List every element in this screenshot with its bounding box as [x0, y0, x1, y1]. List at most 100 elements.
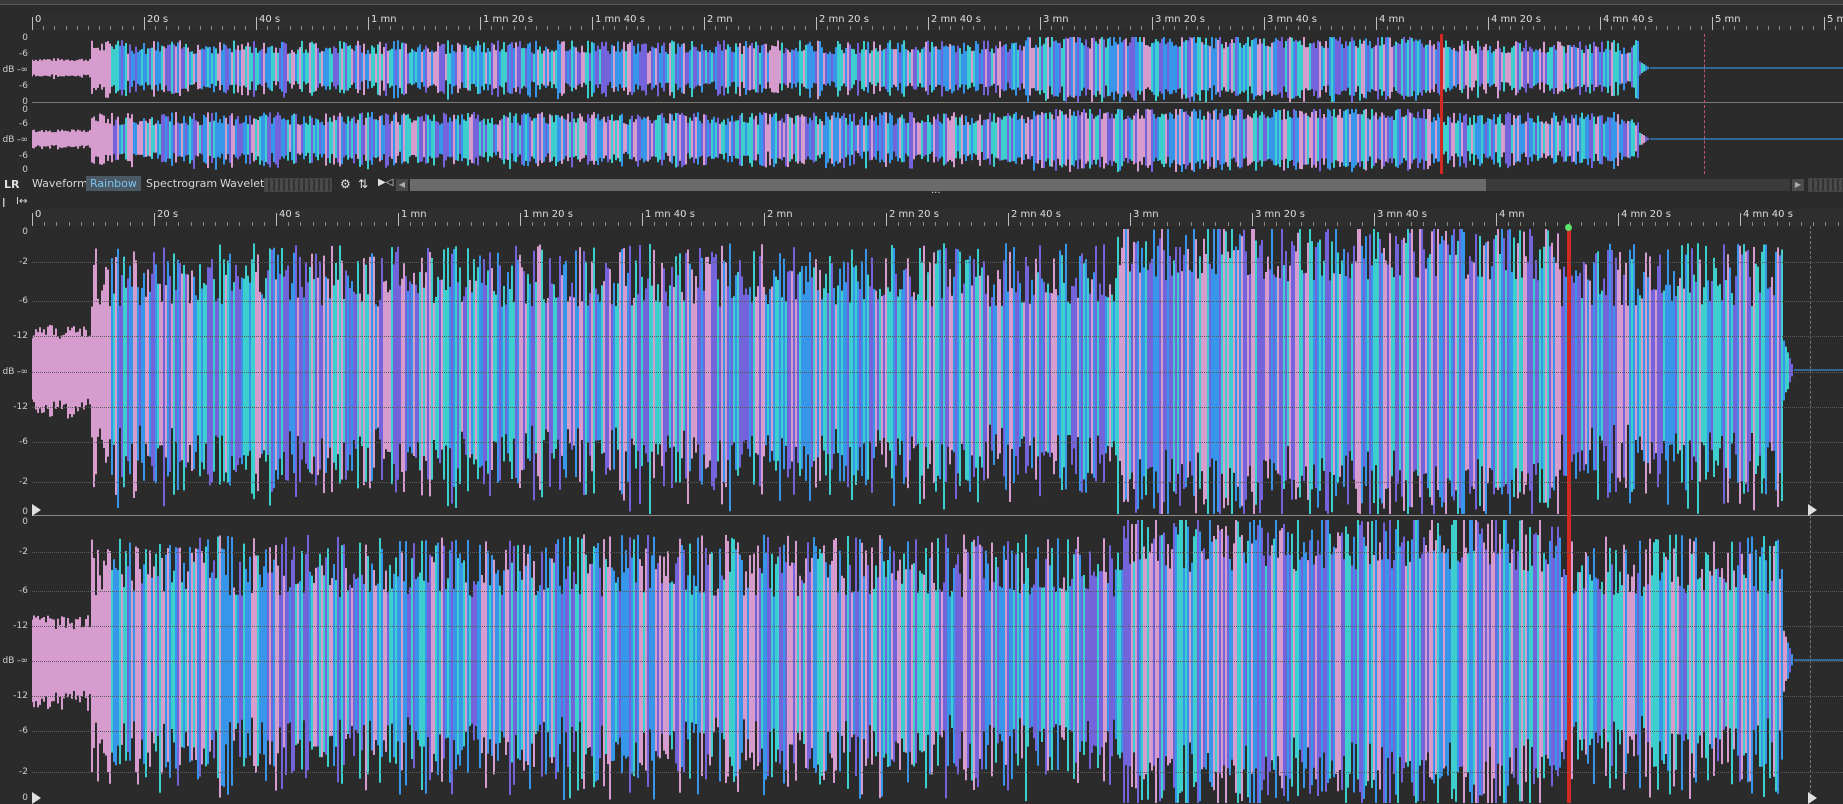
ruler-time-label: 2 mn — [767, 209, 793, 220]
panel-divider-handle[interactable]: ... — [931, 185, 941, 196]
ruler-minor-tick — [1364, 26, 1366, 30]
ruler-minor-tick — [278, 26, 280, 30]
db-label: -2 — [19, 257, 28, 267]
ruler-minor-tick — [1017, 26, 1019, 30]
ruler-minor-tick — [244, 26, 246, 30]
db-label: -6 — [19, 726, 28, 736]
ruler-minor-tick — [54, 26, 56, 30]
channels-label[interactable]: LR — [4, 178, 19, 191]
loop-end-marker[interactable] — [1808, 504, 1817, 516]
ruler-minor-tick — [121, 26, 123, 30]
detail-waveform-right[interactable] — [32, 517, 1843, 803]
window-top-edge — [0, 0, 1843, 5]
mode-spectrogram[interactable]: Spectrogram — [142, 176, 221, 191]
db-label: -6 — [19, 49, 28, 59]
ruler-minor-tick — [536, 26, 537, 30]
overview-waveform-right[interactable] — [32, 106, 1843, 172]
ruler-major-tick — [928, 17, 929, 30]
mode-waveform[interactable]: Waveform — [28, 176, 92, 191]
ruler-minor-tick — [1353, 26, 1355, 30]
ruler-major-tick — [398, 213, 399, 226]
ruler-minor-tick — [692, 26, 694, 30]
ruler-minor-tick — [491, 26, 493, 30]
ruler-minor-tick — [233, 26, 235, 30]
db-label: -12 — [13, 331, 28, 341]
ruler-major-tick — [32, 213, 33, 226]
ruler-minor-tick — [222, 26, 224, 30]
ruler-major-tick — [1618, 213, 1619, 226]
ruler-minor-tick — [435, 26, 437, 30]
ruler-major-tick — [144, 17, 145, 30]
ruler-major-tick — [1740, 213, 1741, 226]
ruler-time-label: 1 mn 20 s — [523, 209, 573, 220]
ruler-minor-tick — [625, 26, 627, 30]
ruler-minor-tick — [200, 26, 201, 30]
ruler-minor-tick — [1801, 26, 1803, 30]
db-label: 0 — [22, 227, 28, 237]
db-gridline — [32, 626, 1843, 627]
ruler-major-tick — [368, 17, 369, 30]
ruler-major-tick — [704, 17, 705, 30]
db-gridline — [32, 661, 1843, 662]
ruler-major-tick — [1712, 17, 1713, 30]
ruler-minor-tick — [1208, 26, 1209, 30]
mode-rainbow[interactable]: Rainbow — [86, 176, 141, 191]
loop-start-marker[interactable] — [32, 504, 41, 516]
ruler-minor-tick — [356, 26, 358, 30]
scroll-right-button[interactable]: ▶ — [1792, 179, 1804, 191]
overview-end-marker — [1704, 34, 1705, 174]
db-gridline — [32, 772, 1843, 773]
detail-waveform-left[interactable] — [32, 226, 1843, 514]
ruler-time-label: 1 mn 40 s — [595, 14, 645, 25]
loop-start-marker[interactable] — [32, 792, 41, 804]
db-label: -12 — [13, 621, 28, 631]
scrollbar-thumb[interactable] — [410, 179, 1486, 191]
ruler-time-label: 3 mn 40 s — [1267, 14, 1317, 25]
ruler-minor-tick — [1062, 26, 1064, 30]
overview-waveform-left[interactable] — [32, 34, 1843, 102]
overview-time-ruler[interactable]: 0 20 s 40 s 1 mn 1 mn 20 s 1 mn 40 s 2 mn 2 mn … — [32, 14, 1843, 30]
db-label: 0 — [22, 33, 28, 43]
ruler-minor-tick — [1073, 26, 1075, 30]
overview-edit-cursor[interactable] — [1440, 34, 1443, 174]
ruler-minor-tick — [916, 26, 918, 30]
ruler-major-tick — [592, 17, 593, 30]
ruler-minor-tick — [804, 26, 806, 30]
ruler-time-label: 3 mn — [1133, 209, 1159, 220]
db-label: dB -∞ — [2, 367, 29, 377]
ruler-minor-tick — [345, 26, 347, 30]
ruler-minor-tick — [300, 26, 302, 30]
ruler-minor-tick — [614, 26, 616, 30]
loop-end-marker[interactable] — [1808, 792, 1817, 804]
ruler-time-label: 4 mn 20 s — [1491, 14, 1541, 25]
db-gridline — [32, 442, 1843, 443]
db-gridline — [32, 731, 1843, 732]
ruler-minor-tick — [1499, 26, 1501, 30]
mode-wavelet[interactable]: Wavelet — [216, 176, 268, 191]
overview-scrollbar[interactable] — [410, 179, 1790, 191]
ruler-major-tick — [1824, 17, 1825, 30]
zoom-fit-icon[interactable]: I↔ — [16, 196, 27, 207]
ruler-minor-tick — [636, 26, 638, 30]
db-label: -2 — [19, 477, 28, 487]
ruler-minor-tick — [1678, 26, 1680, 30]
ruler-minor-tick — [1532, 26, 1534, 30]
detail-time-ruler[interactable]: 0 20 s 40 s 1 mn 1 mn 20 s 1 mn 40 s 2 mn 2 mn … — [32, 209, 1843, 226]
ruler-minor-tick — [1196, 26, 1198, 30]
scroll-left-button[interactable]: ◀ — [396, 179, 408, 191]
db-gridline — [32, 482, 1843, 483]
swap-icon[interactable]: ⇅ — [358, 177, 368, 191]
ruler-minor-tick — [177, 26, 179, 30]
ruler-minor-tick — [76, 26, 78, 30]
text-cursor-icon[interactable]: I — [2, 196, 6, 210]
ruler-minor-tick — [424, 26, 425, 30]
ruler-minor-tick — [1667, 26, 1669, 30]
gear-icon[interactable]: ⚙ — [340, 177, 351, 191]
ruler-major-tick — [1376, 17, 1377, 30]
playhead-marker[interactable] — [1565, 224, 1572, 231]
ruler-minor-tick — [379, 26, 381, 30]
speaker-icon[interactable]: ▶◁ — [378, 177, 393, 188]
db-label: -2 — [19, 767, 28, 777]
ruler-time-label: 1 mn — [371, 14, 397, 25]
detail-edit-cursor[interactable] — [1567, 226, 1571, 803]
